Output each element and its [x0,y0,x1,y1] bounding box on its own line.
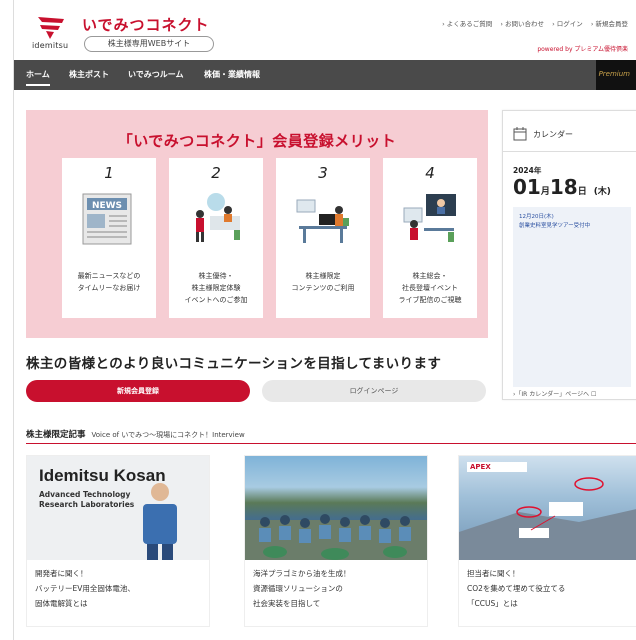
month-unit: 月 [540,187,550,197]
section-divider [26,443,636,444]
nav-item-shareholder-post[interactable]: 株主ポスト [69,69,109,80]
calendar-event-list: 12月20日(木) 創業史料室見学ツアー受付中 [513,207,631,387]
article-title: 担当者に聞く！ CO2を集めて埋めて役立てる 「CCUS」とは [467,569,566,608]
merit-text: 株主総会・ 社長登壇イベント ライブ配信のご視聴 [398,272,462,304]
person-photo-icon [143,483,177,560]
site-title[interactable]: いでみつコネクト [82,14,210,35]
merit-text: 最新ニュースなどの タイムリーなお届け [77,272,141,292]
utility-links: › よくあるご質問 › お問い合わせ › ログイン › 新規会員登 [436,18,628,28]
register-link[interactable]: › 新規会員登 [591,20,628,28]
login-page-button[interactable]: ログインページ [262,380,486,402]
article-image [245,456,427,560]
merit-card: 1 NEWS 最新ニュースなどの タイムリーなお届け [62,158,156,318]
section-heading: 株主様限定記事 Voice of いでみつ～現場にコネクト！Interview [26,428,245,440]
news-mark: NEWS [92,201,122,211]
aerial-map-icon [459,477,636,560]
calendar-icon [513,127,527,141]
merit-card: 4 株主総会・ 社長登壇イベント ライブ配信のご視聴 [383,158,477,318]
nav-item-idemitsu-room[interactable]: いでみつルーム [128,69,184,80]
merit-title: 「いでみつコネクト」会員登録メリット [117,132,397,150]
article-card[interactable]: 海洋プラゴミから油を生成！ 資源循環ソリューションの 社会実装を目指して [244,455,428,627]
ir-calendar-link[interactable]: ›「IR カレンダー」ページへ ☐ [513,389,596,398]
logo-wordmark: idemitsu [32,41,69,50]
event-reception-icon [196,193,240,242]
newspaper-icon: NEWS [82,193,132,245]
merit-number: 3 [318,164,328,182]
divider [503,151,636,152]
group-photo-icon [245,514,427,560]
login-link[interactable]: › ログイン [552,20,583,28]
calendar-widget: カレンダー 2024年 01月18日 (木) 12月20日(木) 創業史料室見学… [502,110,636,400]
article-card[interactable]: APEX 担当者に聞く！ CO2を集めて埋めて役立てる 「CCUS」とは [458,455,636,627]
main-nav: ホーム 株主ポスト いでみつルーム 株価・業績情報 [14,60,636,90]
register-button[interactable]: 新規会員登録 [26,380,250,402]
lead-heading: 株主の皆様とのより良いコミュニケーションを目指してまいります [26,356,442,372]
faq-link[interactable]: › よくあるご質問 [442,20,492,28]
nav-item-home[interactable]: ホーム [26,69,50,86]
site-header: idemitsu いでみつコネクト 株主様専用WEBサイト › よくあるご質問 … [14,0,636,60]
merit-number: 2 [211,164,221,182]
day-unit: 日 [577,187,587,197]
section-title: 株主様限定記事 [26,430,86,440]
calendar-weekday: (木) [593,187,611,197]
calendar-event[interactable]: 12月20日(木) 創業史料室見学ツアー受付中 [519,213,590,231]
article-image: Idemitsu Kosan Advanced Technology Resea… [27,456,209,560]
article-image-subtitle: Advanced Technology Research Laboratorie… [39,490,135,509]
desk-computer-icon [296,199,349,243]
article-title: 海洋プラゴミから油を生成！ 資源循環ソリューションの 社会実装を目指して [253,569,351,608]
merit-number: 4 [425,164,435,182]
merit-panel: 「いでみつコネクト」会員登録メリット 1 NEWS 最新ニュースなどの タイムリ… [26,110,488,338]
calendar-month: 01 [513,175,541,199]
calendar-day: 18 [549,175,578,199]
article-image-badge: APEX [467,462,527,472]
premium-logo: Premium [598,70,630,78]
article-title: 開発者に聞く！ バッテリーEV用全固体電池、 固体電解質とは [35,569,135,608]
merit-text: 株主様限定 コンテンツのご利用 [291,272,355,292]
calendar-heading: カレンダー [533,130,573,139]
section-subtitle: Voice of いでみつ～現場にコネクト！Interview [91,431,245,439]
idemitsu-logo-icon[interactable] [36,15,66,39]
article-card[interactable]: Idemitsu Kosan Advanced Technology Resea… [26,455,210,627]
page: idemitsu いでみつコネクト 株主様専用WEBサイト › よくあるご質問 … [14,0,636,640]
merit-number: 1 [104,164,114,182]
merit-text: 株主優待・ 株主様限定体験 イベントへのご参加 [184,272,248,304]
calendar-date: 01月18日 (木) [513,175,611,199]
merit-card: 2 株主優待・ 株主様限定体験 イベントへのご参加 [169,158,263,318]
site-subtitle-badge: 株主様専用WEBサイト [84,36,214,52]
nav-item-stock-info[interactable]: 株価・業績情報 [204,69,260,80]
powered-by: powered by プレミアム優待倶楽 [537,46,628,53]
contact-link[interactable]: › お問い合わせ [500,20,544,28]
article-image: APEX [459,456,636,560]
merit-card: 3 株主様限定 コンテンツのご利用 [276,158,370,318]
live-stream-icon [403,194,456,242]
